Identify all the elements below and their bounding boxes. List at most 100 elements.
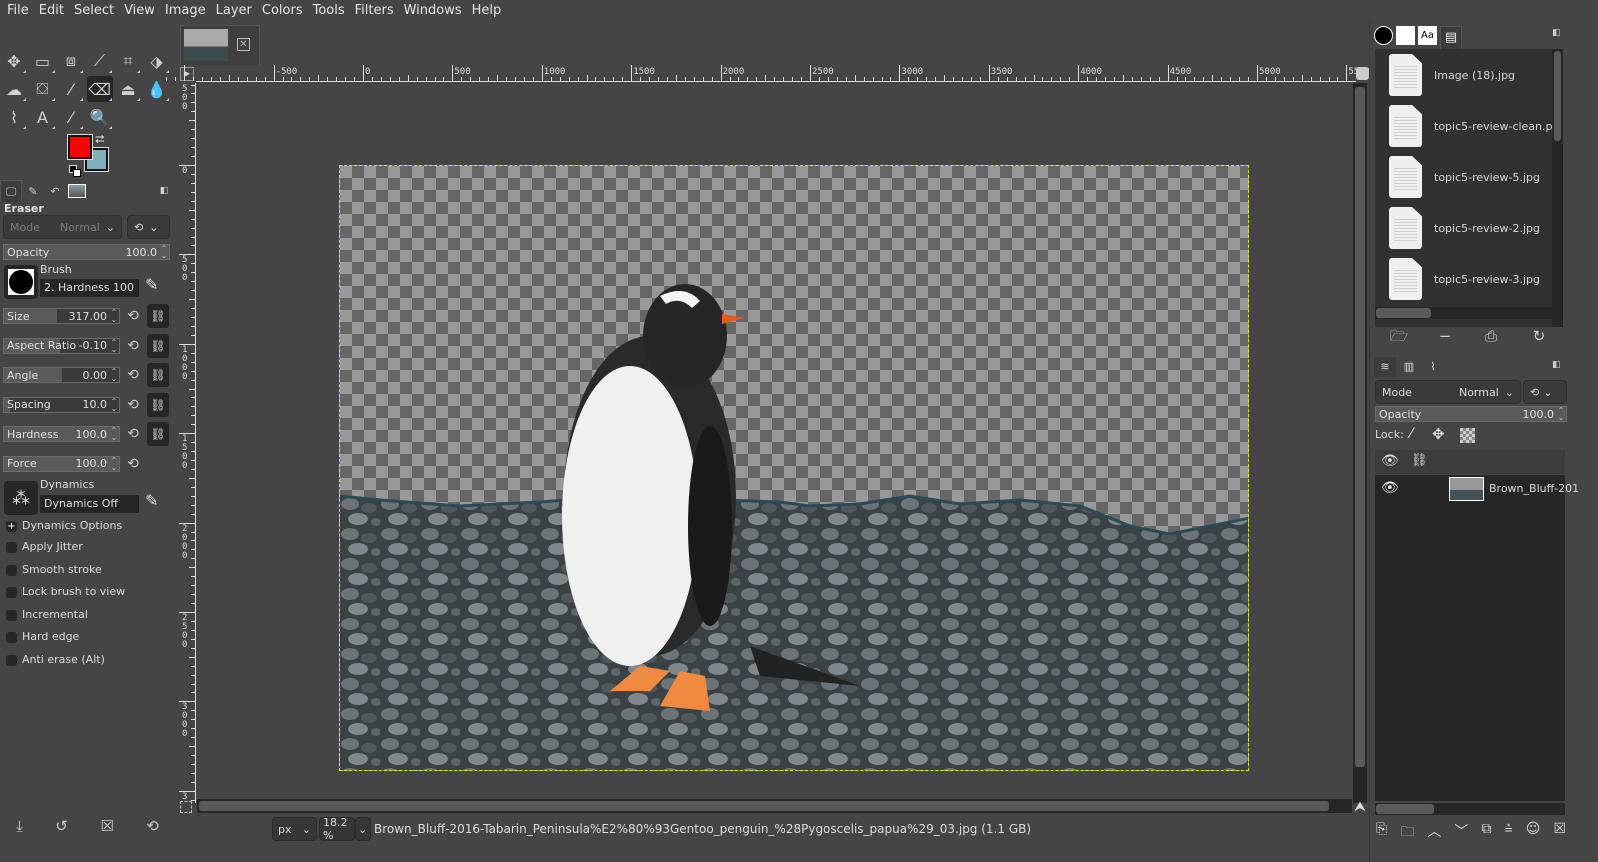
menu-view[interactable]: View — [119, 0, 160, 21]
lock-alpha-icon[interactable] — [1460, 428, 1475, 443]
brush-name[interactable]: 2. Hardness 100 — [40, 279, 139, 297]
device-status-tab[interactable]: ✎ — [22, 180, 44, 202]
link-to-brush-icon[interactable]: ⛓ — [147, 363, 169, 387]
checkbox[interactable] — [6, 564, 17, 576]
mode-combo[interactable]: Mode Normal ⌄ — [3, 215, 122, 239]
new-layer-group-icon[interactable]: 🗀 — [1400, 821, 1414, 845]
zoom-tool[interactable]: 🔍 — [87, 104, 113, 130]
checkbox-label[interactable]: Apply Jitter — [22, 540, 83, 553]
menu-select[interactable]: Select — [69, 0, 119, 21]
layers-tab[interactable]: ≋ — [1374, 357, 1396, 377]
expand-icon[interactable]: + — [6, 521, 17, 532]
zoom-on-resize-icon[interactable] — [1356, 67, 1369, 80]
patterns-tab[interactable] — [1396, 26, 1415, 45]
zoom-input[interactable]: 18.2 % — [319, 816, 355, 842]
checkbox[interactable] — [6, 609, 17, 621]
reset-icon[interactable]: ⟲ — [125, 367, 141, 383]
vertical-scrollbar[interactable] — [1353, 83, 1367, 803]
checkbox[interactable] — [6, 542, 17, 553]
document-history-tab[interactable]: ▤ — [1440, 26, 1462, 50]
checkbox-label[interactable]: Anti erase (Alt) — [22, 653, 105, 666]
spin-arrows-icon[interactable]: ⌃ ⌄ — [109, 427, 119, 442]
checkbox-label[interactable]: Hard edge — [22, 630, 79, 643]
spin-arrows-icon[interactable]: ⌃ ⌄ — [109, 397, 119, 412]
horizontal-scrollbar[interactable] — [197, 799, 1352, 813]
menu-tools[interactable]: Tools — [308, 0, 350, 21]
reset-options-icon[interactable]: ⟲ — [146, 817, 159, 835]
document-list-hscrollbar[interactable] — [1375, 307, 1563, 319]
merge-layer-icon[interactable]: ⩮ — [1505, 821, 1513, 845]
foreground-select-tool[interactable]: ⧈ — [58, 48, 84, 74]
restore-options-icon[interactable]: ↺ — [55, 817, 68, 835]
clear-history-icon[interactable]: ⎙ — [1480, 325, 1502, 347]
bucket-fill-tool[interactable]: ⛋ — [30, 76, 56, 102]
reset-icon[interactable]: ⟲ — [125, 426, 141, 442]
checkbox-label[interactable]: Smooth stroke — [22, 563, 102, 576]
tool-options-tab[interactable]: 🖵 — [0, 180, 22, 202]
text-tool[interactable]: A — [30, 104, 56, 130]
reset-icon[interactable]: ⟲ — [125, 308, 141, 324]
spin-arrows-icon[interactable]: ⌃ ⌄ — [109, 456, 119, 471]
mode-reset-combo[interactable]: ⟲ ⌄ — [127, 215, 170, 239]
menu-windows[interactable]: Windows — [399, 0, 467, 21]
menu-help[interactable]: Help — [467, 0, 507, 21]
configure-tab-icon[interactable]: ◧ — [1552, 360, 1561, 370]
layer-row[interactable]: 👁 Brown_Bluff-201 — [1375, 475, 1579, 503]
brushes-tab[interactable] — [1374, 26, 1393, 45]
layer-name[interactable]: Brown_Bluff-201 — [1489, 482, 1579, 495]
reset-icon[interactable]: ⟲ — [125, 338, 141, 354]
checkbox-label[interactable]: Lock brush to view — [22, 585, 125, 598]
paths-tab[interactable]: ⌇ — [1422, 357, 1444, 377]
menu-file[interactable]: File — [2, 0, 34, 21]
slider-aspect-ratio[interactable]: Aspect Ratio -0.10 ⌃ ⌄ — [3, 337, 120, 354]
lock-pixels-icon[interactable]: ⁄ — [1410, 426, 1412, 442]
dynamics-preview[interactable]: ⁂ — [4, 481, 38, 515]
save-options-icon[interactable]: ⤓ — [16, 817, 23, 835]
spin-arrows-icon[interactable]: ⌃ ⌄ — [1556, 407, 1566, 422]
spin-arrows-icon[interactable]: ⌃ ⌄ — [159, 245, 169, 260]
slider-hardness[interactable]: Hardness 100.0 ⌃ ⌄ — [3, 426, 120, 442]
document-item[interactable]: topic5-review-2.jpg — [1389, 205, 1563, 251]
reset-icon[interactable]: ⟲ — [125, 456, 141, 472]
link-to-brush-icon[interactable]: ⛓ — [147, 392, 169, 417]
document-item[interactable]: Image (18).jpg — [1389, 52, 1563, 98]
menu-edit[interactable]: Edit — [34, 0, 69, 21]
warp-tool[interactable]: ☁ — [1, 76, 27, 102]
channels-tab[interactable]: ▥ — [1398, 357, 1420, 377]
spin-arrows-icon[interactable]: ⌃ ⌄ — [109, 368, 119, 383]
layer-mask-icon[interactable]: ☺ — [1526, 821, 1541, 845]
menu-colors[interactable]: Colors — [257, 0, 308, 21]
configure-tab-icon[interactable]: ◧ — [153, 180, 175, 202]
images-tab[interactable] — [66, 180, 88, 202]
slider-angle[interactable]: Angle 0.00 ⌃ ⌄ — [3, 367, 120, 383]
refresh-icon[interactable]: ↻ — [1528, 325, 1550, 347]
document-item[interactable]: topic5-review-3.jpg — [1389, 256, 1563, 302]
move-tool[interactable]: ✥ — [1, 48, 27, 74]
new-layer-icon[interactable]: ⎘ — [1376, 821, 1387, 845]
image-tab[interactable]: ✕ — [180, 25, 260, 65]
fuzzy-select-tool[interactable]: ⟋ — [87, 48, 113, 74]
document-list-scrollbar[interactable] — [1552, 49, 1563, 327]
delete-layer-icon[interactable]: ☒ — [1553, 821, 1566, 845]
edit-dynamics-icon[interactable]: ✎ — [145, 491, 158, 510]
lower-layer-icon[interactable]: ﹀ — [1454, 821, 1468, 845]
checkbox[interactable] — [6, 632, 17, 644]
crop-tool[interactable]: ⌗ — [115, 48, 141, 74]
checkbox[interactable] — [6, 587, 17, 599]
eraser-tool[interactable]: ⌫ — [86, 76, 113, 102]
quick-mask-icon[interactable] — [180, 801, 192, 813]
dynamics-name[interactable]: Dynamics Off — [40, 495, 139, 513]
document-item[interactable]: topic5-review-5.jpg — [1389, 154, 1563, 200]
layer-mode-combo[interactable]: Mode Normal ⌄ — [1375, 380, 1521, 404]
link-to-brush-icon[interactable]: ⛓ — [147, 304, 169, 328]
unit-combo[interactable]: px ⌄ — [272, 817, 317, 841]
menu-layer[interactable]: Layer — [211, 0, 257, 21]
link-to-brush-icon[interactable]: ⛓ — [147, 422, 169, 446]
remove-document-icon[interactable]: − — [1434, 325, 1456, 347]
menu-image[interactable]: Image — [160, 0, 211, 21]
image-canvas[interactable] — [339, 165, 1249, 771]
foreground-color-swatch[interactable] — [67, 134, 93, 160]
swap-colors-icon[interactable]: ⮂ — [95, 132, 105, 147]
paintbrush-tool[interactable]: ⁄ — [58, 76, 84, 102]
navigate-icon[interactable]: ⮝ — [1354, 799, 1366, 815]
